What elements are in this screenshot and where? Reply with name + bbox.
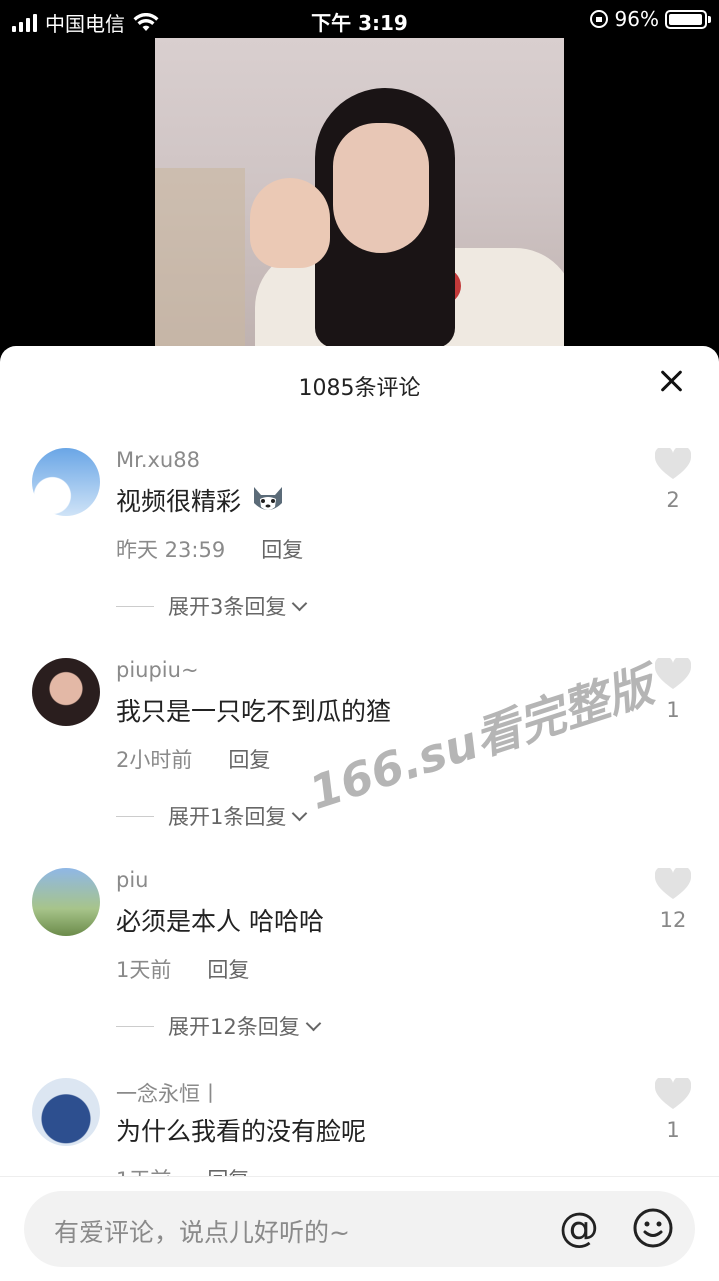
video-frame[interactable] [155,38,564,348]
comment-text: 为什么我看的没有脸呢 [116,1117,367,1146]
comment-input-placeholder: 有爱评论，说点儿好听的~ [54,1218,350,1247]
comment-text-content: 视频很精彩 [116,487,242,516]
avatar[interactable] [32,868,100,936]
comment-input-bar: 有爱评论，说点儿好听的~ @ [0,1176,719,1281]
comment-time: 1天前 [116,1164,171,1176]
like-count: 12 [659,908,687,932]
comment-item: 一念永恒丨 为什么我看的没有脸呢 1天前 回复 1 [0,1056,719,1176]
comment-text: 我只是一只吃不到瓜的猹 [116,697,392,726]
like-count: 1 [666,698,680,722]
comment-username[interactable]: piupiu~ [116,658,199,682]
heart-icon [654,1075,692,1109]
reply-button[interactable]: 回复 [228,744,270,774]
comment-text: 必须是本人 哈哈哈 [116,907,324,936]
heart-icon [654,445,692,479]
comment-item: Mr.xu88 视频很精彩 昨天 23:59 回复 展开3条回复 2 [0,426,719,636]
comment-meta: 昨天 23:59 回复 [116,534,303,564]
avatar[interactable] [32,658,100,726]
divider [116,605,154,607]
like-count: 2 [666,488,680,512]
battery-icon [665,9,711,29]
comment-time: 1天前 [116,958,172,982]
face [333,123,429,253]
expand-replies-button[interactable]: 展开12条回复 [116,1011,322,1041]
comment-sheet: 1085条评论 Mr.xu88 视频很精彩 昨天 23:59 回复 展开3条回复… [0,346,719,1280]
wolf-emoji-icon [253,487,282,510]
comment-username[interactable]: 一念永恒丨 [116,1078,221,1108]
expand-replies-label: 展开3条回复 [168,595,287,619]
chevron-down-icon [305,1015,322,1031]
comment-time: 昨天 23:59 [116,538,226,562]
rotation-lock-icon [589,10,608,28]
comment-username[interactable]: piu [116,868,148,892]
close-icon[interactable] [659,368,685,394]
comment-time: 2小时前 [116,748,193,772]
like-button[interactable]: 2 [654,445,692,512]
comment-meta: 1天前 回复 [116,954,249,984]
chevron-down-icon [292,595,308,611]
like-button[interactable]: 1 [654,655,692,722]
reply-button[interactable]: 回复 [207,1164,249,1176]
battery-percent: 96% [614,7,659,31]
mention-button[interactable]: @ [559,1205,599,1251]
comment-meta: 1天前 回复 [116,1164,249,1176]
like-button[interactable]: 12 [654,865,692,932]
like-count: 1 [666,1118,680,1142]
comment-count-title: 1085条评论 [298,376,421,401]
like-button[interactable]: 1 [654,1075,692,1142]
emoji-icon[interactable] [633,1208,673,1248]
background-shelf [155,168,245,348]
reply-button[interactable]: 回复 [207,954,249,984]
expand-replies-label: 展开12条回复 [168,1015,300,1039]
reply-button[interactable]: 回复 [261,534,303,564]
comment-username[interactable]: Mr.xu88 [116,448,200,472]
avatar[interactable] [32,448,100,516]
comment-item: piu 必须是本人 哈哈哈 1天前 回复 展开12条回复 12 [0,846,719,1056]
comment-meta: 2小时前 回复 [116,744,270,774]
comment-text: 视频很精彩 [116,482,285,518]
chevron-down-icon [292,805,308,821]
status-bar: 中国电信 下午 3:19 96% [0,0,719,40]
comment-input[interactable]: 有爱评论，说点儿好听的~ @ [24,1191,695,1267]
waving-hand [250,178,330,268]
divider [116,815,154,817]
expand-replies-label: 展开1条回复 [168,805,287,829]
divider [116,1025,154,1027]
avatar[interactable] [32,1078,100,1146]
expand-replies-button[interactable]: 展开3条回复 [116,591,308,621]
expand-replies-button[interactable]: 展开1条回复 [116,801,308,831]
heart-icon [654,865,692,899]
heart-icon [654,655,692,689]
